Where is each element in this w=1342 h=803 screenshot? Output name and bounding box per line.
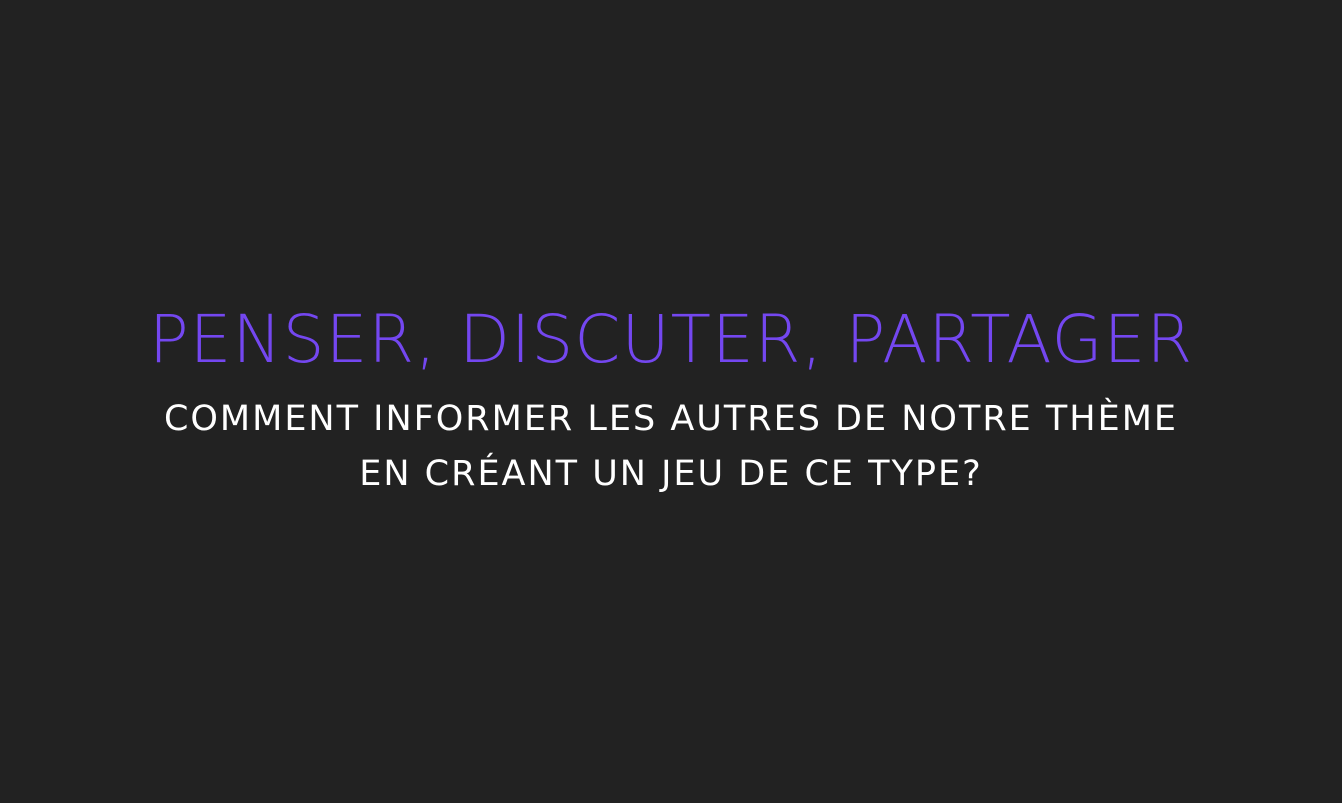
slide-title: PENSER, DISCUTER, PARTAGER <box>148 301 1194 378</box>
subtitle-line-1: COMMENT INFORMER LES AUTRES DE NOTRE THÈ… <box>163 399 1179 439</box>
subtitle-line-2: EN CRÉANT UN JEU DE CE TYPE? <box>359 454 983 494</box>
slide-subtitle: COMMENT INFORMER LES AUTRES DE NOTRE THÈ… <box>0 392 1342 502</box>
slide-content: PENSER, DISCUTER, PARTAGER COMMENT INFOR… <box>0 300 1342 502</box>
slide: PENSER, DISCUTER, PARTAGER COMMENT INFOR… <box>0 0 1342 803</box>
